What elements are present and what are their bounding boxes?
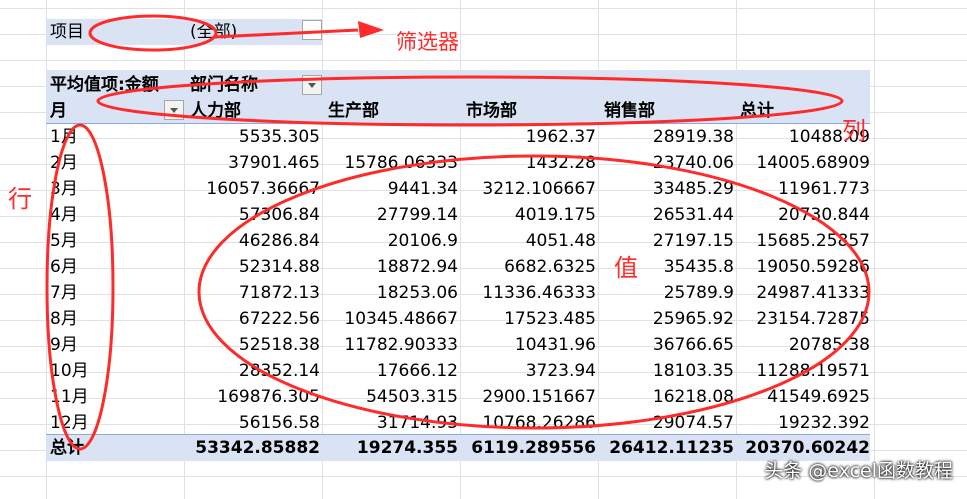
column-ellipse bbox=[96, 75, 844, 127]
annotation-filter-label: 筛选器 bbox=[396, 30, 459, 54]
annotation-row-label: 行 bbox=[8, 185, 32, 213]
filter-arrow-head bbox=[358, 21, 384, 38]
annotation-overlay bbox=[45, 14, 871, 451]
watermark: 头条 @excel函数教程 bbox=[764, 460, 953, 482]
row-ellipse bbox=[45, 123, 115, 451]
filter-arrow bbox=[214, 28, 359, 39]
annotation-column-label: 列 bbox=[842, 117, 866, 145]
filter-ellipse bbox=[88, 14, 218, 52]
value-ellipse bbox=[197, 154, 871, 430]
annotation-value-label: 值 bbox=[614, 254, 638, 282]
